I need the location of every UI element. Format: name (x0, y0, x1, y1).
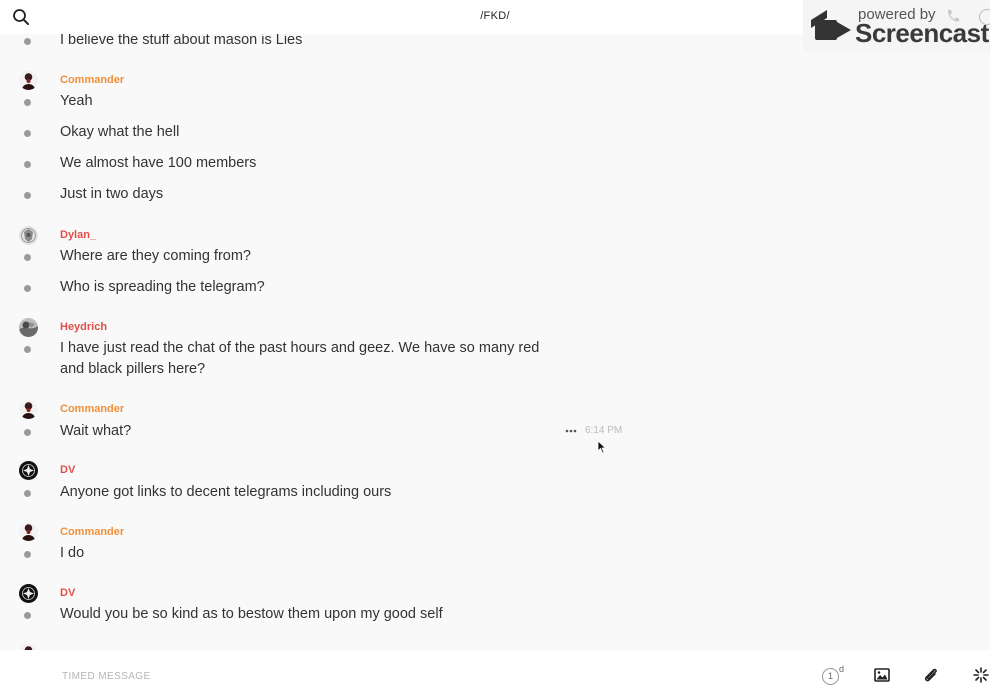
sparkle-icon[interactable] (972, 666, 990, 684)
message-bullet (24, 346, 31, 353)
timer-unit: d (839, 664, 845, 674)
avatar[interactable] (19, 400, 38, 419)
message-bullet (24, 130, 31, 137)
message-text: I believe the stuff about mason is Lies (60, 34, 303, 48)
mouse-cursor-icon (597, 440, 607, 454)
avatar[interactable] (19, 226, 38, 245)
message-author[interactable]: Commander (60, 526, 124, 538)
more-options-icon[interactable] (565, 428, 577, 434)
chat-app: /FKD/ powered by Screencastify I believe… (0, 0, 990, 700)
timer-value: 1 (822, 668, 839, 685)
message-timestamp: 6:14 PM (585, 425, 623, 436)
message-text: I do (60, 545, 85, 561)
message-text: Anyone got links to decent telegrams inc… (60, 484, 392, 500)
message-bullet (24, 285, 31, 292)
phone-icon[interactable] (945, 8, 961, 24)
composer-bar: 1 d (0, 650, 990, 700)
message-text: We almost have 100 members (60, 155, 257, 171)
image-icon[interactable] (873, 666, 891, 684)
message-bullet (24, 551, 31, 558)
message-bullet (24, 99, 31, 106)
message-author[interactable]: DV (60, 587, 75, 599)
message-list: I believe the stuff about mason is Lies … (0, 34, 990, 650)
message-text: Okay what the hell (60, 124, 180, 140)
avatar[interactable] (19, 522, 38, 541)
message-text: Just in two days (60, 186, 164, 202)
message-text: Yeah (60, 93, 93, 109)
paperclip-icon[interactable] (922, 666, 940, 684)
avatar[interactable] (19, 461, 38, 480)
message-bullet (24, 490, 31, 497)
avatar[interactable] (19, 584, 38, 603)
message-author[interactable]: Dylan_ (60, 229, 96, 241)
message-author[interactable]: Commander (60, 403, 124, 415)
message-text: Who is spreading the telegram? (60, 279, 265, 295)
avatar[interactable] (19, 71, 38, 90)
message-bullet (24, 161, 31, 168)
message-input[interactable] (60, 664, 764, 688)
timer-button[interactable]: 1 d (822, 664, 844, 686)
message-text: Would you be so kind as to bestow them u… (60, 606, 443, 622)
message-author[interactable]: DV (60, 464, 75, 476)
message-bullet (24, 612, 31, 619)
avatar[interactable] (19, 318, 38, 337)
message-text: Wait what? (60, 423, 132, 439)
message-bullet (24, 254, 31, 261)
message-bullet (24, 38, 31, 45)
info-icon[interactable] (979, 9, 990, 25)
message-bullet (24, 429, 31, 436)
message-author[interactable]: Commander (60, 74, 124, 86)
message-text: I have just read the chat of the past ho… (60, 340, 540, 377)
message-author[interactable]: Heydrich (60, 321, 107, 333)
message-bullet (24, 192, 31, 199)
message-text: Where are they coming from? (60, 248, 251, 264)
